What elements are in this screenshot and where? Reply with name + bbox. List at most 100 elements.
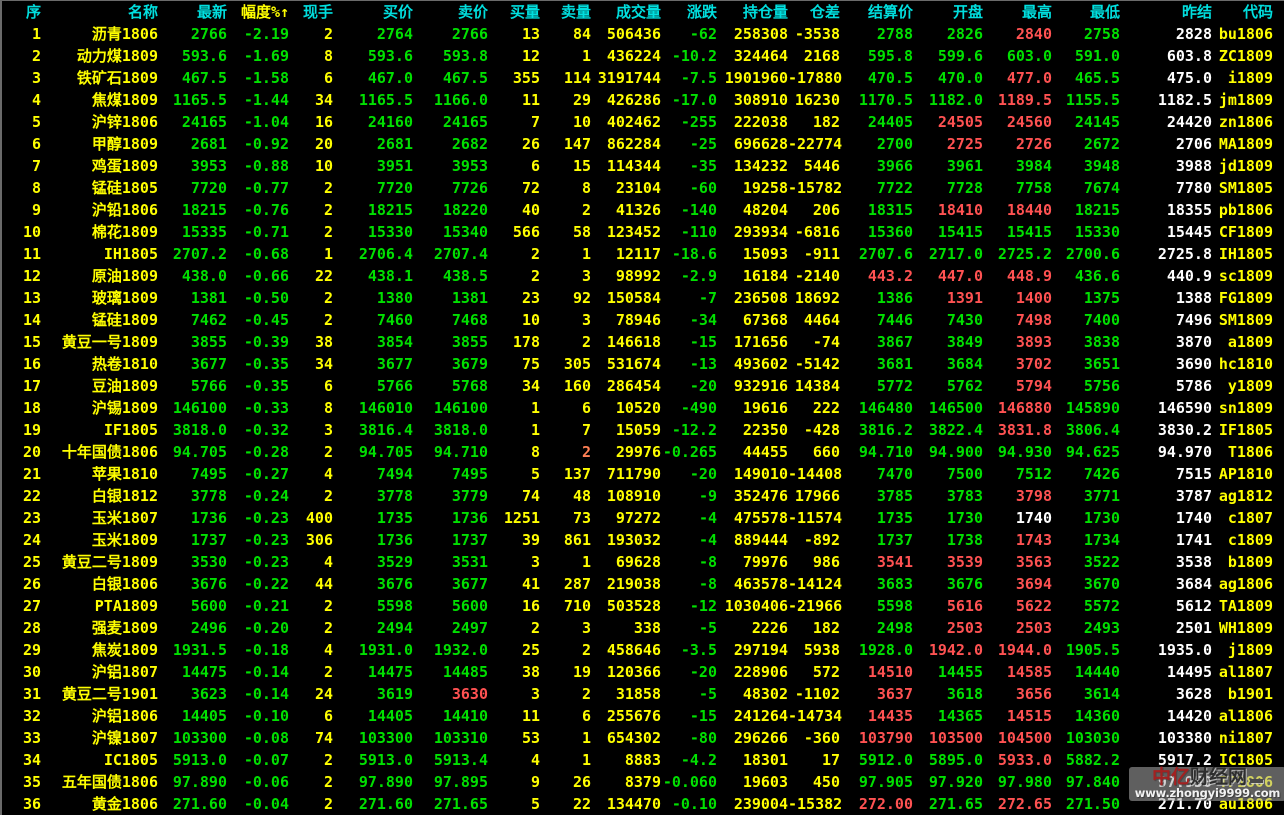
column-header-last[interactable]: 最新 — [158, 1, 227, 23]
cell-oi: 228906 — [733, 663, 788, 681]
table-row[interactable]: 12 原油1809 438.0 -0.66 22 438.1 438.5 2 3 98992 -2.… — [2, 265, 1284, 287]
cell-name: 玉米1807 — [91, 509, 158, 527]
cell-chg: -35 — [689, 157, 717, 175]
cell-bid: 5598 — [376, 597, 413, 615]
column-header-low[interactable]: 最低 — [1052, 1, 1120, 23]
table-row[interactable]: 14 锰硅1809 7462 -0.45 2 7460 7468 10 3 78946 -34 673… — [2, 309, 1284, 331]
table-row[interactable]: 8 锰硅1805 7720 -0.77 2 7720 7726 72 8 23104 -60 1925… — [2, 177, 1284, 199]
cell-high: 5794 — [1015, 377, 1052, 395]
table-row[interactable]: 18 沪锡1809 146100 -0.33 8 146010 146100 1 6 10520 -… — [2, 397, 1284, 419]
cell-last: 271.60 — [172, 795, 227, 813]
column-header-cur[interactable]: 现手 — [289, 1, 333, 23]
table-row[interactable]: 29 焦炭1809 1931.5 -0.18 4 1931.0 1932.0 25 2 45864… — [2, 639, 1284, 661]
cell-name: 动力煤1809 — [76, 47, 158, 65]
cell-av: 29 — [572, 91, 591, 109]
cell-prev: 1388 — [1175, 289, 1212, 307]
cell-bid: 7494 — [376, 465, 413, 483]
table-row[interactable]: 15 黄豆一号1809 3855 -0.39 38 3854 3855 178 2 146618 -… — [2, 331, 1284, 353]
table-row[interactable]: 33 沪镍1807 103300 -0.08 74 103300 103310 53 1 6543… — [2, 727, 1284, 749]
cell-bv: 34 — [521, 377, 540, 395]
table-row[interactable]: 6 甲醇1809 2681 -0.92 20 2681 2682 26 147 862284 -25… — [2, 133, 1284, 155]
cell-code: b1809 — [1227, 553, 1273, 571]
table-row[interactable]: 5 沪锌1806 24165 -1.04 16 24160 24165 7 10 402462 -2… — [2, 111, 1284, 133]
column-header-ask[interactable]: 卖价 — [413, 1, 488, 23]
column-header-high[interactable]: 最高 — [983, 1, 1052, 23]
futures-quote-board: 序名称 最新 幅度%↑ 现手 买价 卖价 买量 卖量 成交量 涨跌 持仓量 仓差 结算价 开盘 最高 最低 昨结… — [0, 0, 1284, 815]
cell-cur: 8 — [323, 399, 333, 417]
table-row[interactable]: 19 IF1805 3818.0 -0.32 3 3816.4 3818.0 1 7 15059-… — [2, 419, 1284, 441]
cell-high: 1944.0 — [997, 641, 1052, 659]
cell-av: 1 — [581, 245, 591, 263]
table-row[interactable]: 3 铁矿石1809 467.5 -1.58 6 467.0 467.5 355 114 31917… — [2, 67, 1284, 89]
column-header-oi[interactable]: 持仓量 — [717, 1, 788, 23]
column-header-bid[interactable]: 买价 — [333, 1, 413, 23]
table-row[interactable]: 24 玉米1809 1737 -0.23 306 1736 1737 39 861 193032 -… — [2, 529, 1284, 551]
column-header-oid[interactable]: 仓差 — [788, 1, 840, 23]
table-row[interactable]: 36 黄金1806 271.60 -0.04 2 271.60 271.65 5 22 13447… — [2, 793, 1284, 815]
table-row[interactable]: 21 苹果1810 7495 -0.27 4 7494 7495 5 137 711790 -20 1… — [2, 463, 1284, 485]
cell-vol: 458646 — [606, 641, 661, 659]
column-header-pct[interactable]: 幅度%↑ — [227, 1, 289, 23]
table-row[interactable]: 16 热卷1810 3677 -0.35 34 3677 3679 75 305 531674 -1… — [2, 353, 1284, 375]
table-row[interactable]: 34 IC1805 5913.0 -0.07 2 5913.0 5913.4 4 1 8883 -4… — [2, 749, 1284, 771]
column-header-code[interactable]: 代码 — [1212, 1, 1284, 23]
table-row[interactable]: 27 PTA1809 5600 -0.21 2 5598 5600 16 710 503528 -1… — [2, 595, 1284, 617]
table-row[interactable]: 26 白银1806 3676 -0.22 44 3676 3677 41 287 219038 -8… — [2, 573, 1284, 595]
column-header-vol[interactable]: 成交量 — [591, 1, 661, 23]
cell-name: 黄豆二号1809 — [61, 553, 158, 571]
table-row[interactable]: 17 豆油1809 5766 -0.35 6 5766 5768 34 160 286454 -20… — [2, 375, 1284, 397]
cell-oi: 696628 — [733, 135, 788, 153]
cell-name: IC1805 — [103, 751, 158, 769]
table-row[interactable]: 9 沪铅1806 18215 -0.76 2 18215 18220 40 2 41326 -140… — [2, 199, 1284, 221]
table-row[interactable]: 1 沥青1806 2766 -2.19 2 2764 2766 13 84 506436 -62 25… — [2, 23, 1284, 45]
cell-oid: -11574 — [788, 509, 843, 527]
cell-bv: 1 — [530, 399, 540, 417]
cell-bv: 6 — [530, 157, 540, 175]
table-row[interactable]: 31 黄豆二号1901 3623 -0.14 24 3619 3630 3 2 31858 -5 48… — [2, 683, 1284, 705]
cell-prev: 1740 — [1175, 509, 1212, 527]
column-header-name[interactable]: 名称 — [41, 1, 158, 23]
cell-oid: -17880 — [788, 69, 843, 87]
cell-high: 1189.5 — [997, 91, 1052, 109]
table-row[interactable]: 10 棉花1809 15335 -0.71 2 15330 15340 566 58 123452… — [2, 221, 1284, 243]
cell-open: 14455 — [937, 663, 983, 681]
cell-pct: -0.39 — [243, 333, 289, 351]
cell-bv: 5 — [530, 795, 540, 813]
cell-settle: 272.00 — [858, 795, 913, 813]
column-header-prev[interactable]: 昨结 — [1120, 1, 1212, 23]
table-row[interactable]: 28 强麦1809 2496 -0.20 2 2494 2497 2 3 338 -5 2226 182… — [2, 617, 1284, 639]
column-header-bv[interactable]: 买量 — [488, 1, 540, 23]
cell-chg: -490 — [680, 399, 717, 417]
column-header-chg[interactable]: 涨跌 — [661, 1, 717, 23]
cell-pct: -0.24 — [243, 487, 289, 505]
table-row[interactable]: 13 玻璃1809 1381 -0.50 2 1380 1381 23 92 150584 -7 23… — [2, 287, 1284, 309]
column-header-settle[interactable]: 结算价 — [840, 1, 913, 23]
cell-oi: 22350 — [742, 421, 788, 439]
table-row[interactable]: 30 沪铝1807 14475 -0.14 2 14475 14485 38 19 120366 -… — [2, 661, 1284, 683]
table-row[interactable]: 25 黄豆二号1809 3530 -0.23 4 3529 3531 3 1 69628 -8 799… — [2, 551, 1284, 573]
table-row[interactable]: 35 五年国债1806 97.890 -0.06 2 97.890 97.895 9 26 837… — [2, 771, 1284, 793]
cell-name: 沥青1806 — [91, 25, 158, 43]
column-header-av[interactable]: 卖量 — [540, 1, 591, 23]
table-row[interactable]: 11 IH1805 2707.2 -0.68 1 2706.4 2707.4 2 1 12117-… — [2, 243, 1284, 265]
table-row[interactable]: 7 鸡蛋1809 3953 -0.88 10 3951 3953 6 15 114344 -35 13… — [2, 155, 1284, 177]
table-row[interactable]: 20 十年国债1806 94.705 -0.28 2 94.705 94.710 8 2 2997… — [2, 441, 1284, 463]
cell-settle: 5912.0 — [858, 751, 913, 769]
column-header-open[interactable]: 开盘 — [913, 1, 983, 23]
cell-bv: 4 — [530, 751, 540, 769]
cell-oid: 4464 — [803, 311, 840, 329]
column-header-seq[interactable]: 序 — [2, 1, 41, 23]
cell-oi: 352476 — [733, 487, 788, 505]
cell-low: 3771 — [1083, 487, 1120, 505]
cell-bid: 14475 — [367, 663, 413, 681]
cell-last: 2496 — [190, 619, 227, 637]
cell-ask: 18220 — [442, 201, 488, 219]
cell-oid: -14408 — [788, 465, 843, 483]
table-row[interactable]: 22 白银1812 3778 -0.24 2 3778 3779 74 48 108910 -9 35… — [2, 485, 1284, 507]
table-row[interactable]: 32 沪铝1806 14405 -0.10 6 14405 14410 11 6 255676 -1… — [2, 705, 1284, 727]
cell-settle: 443.2 — [867, 267, 913, 285]
table-row[interactable]: 23 玉米1807 1736 -0.23 400 1735 1736 1251 73 97272 -… — [2, 507, 1284, 529]
table-row[interactable]: 4 焦煤1809 1165.5 -1.44 34 1165.5 1166.0 11 29 4262… — [2, 89, 1284, 111]
cell-settle: 1386 — [876, 289, 913, 307]
table-row[interactable]: 2 动力煤1809 593.6 -1.69 8 593.6 593.8 12 1 436224 -1… — [2, 45, 1284, 67]
